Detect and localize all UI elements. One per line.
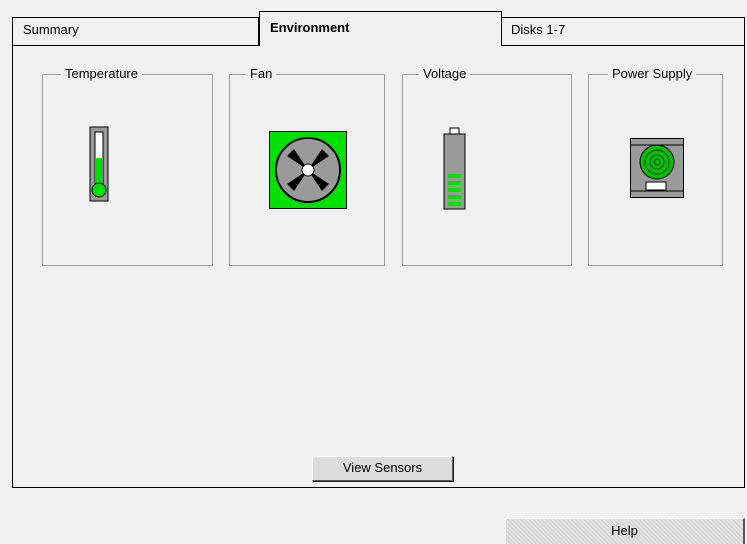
tab-environment-label: Environment [270,20,350,35]
panel-border [12,45,260,46]
panel-border [501,45,745,46]
tab-disks-label: Disks 1-7 [511,22,566,37]
tab-panel [12,45,745,488]
tab-summary-label: Summary [23,22,79,37]
help-label: Help [611,523,638,538]
tab-environment[interactable]: Environment [259,11,502,46]
help-button[interactable]: Help [505,518,745,544]
tab-disks[interactable]: Disks 1-7 [500,17,745,45]
tab-summary[interactable]: Summary [12,17,259,45]
